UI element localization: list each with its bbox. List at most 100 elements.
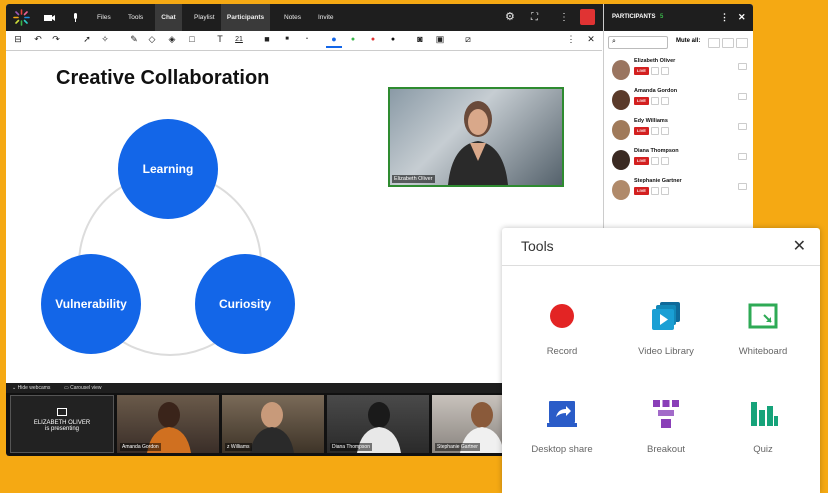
mute-all-mic-button[interactable] [736,38,748,48]
participant-row[interactable]: Amanda Gordon LIVE [604,87,753,115]
leave-button[interactable] [580,9,595,25]
participants-title: PARTICIPANTS [612,14,656,20]
presenter-screen-icon [57,408,67,416]
panel-more-icon[interactable]: ⋮ [720,4,729,31]
avatar [612,180,630,200]
screen-icon[interactable] [738,123,747,130]
camera-icon[interactable] [43,11,56,24]
screen-icon[interactable] [738,153,747,160]
tool-label: Breakout [646,444,686,455]
mic-toggle[interactable] [661,187,669,195]
logo-icon [13,9,30,26]
live-badge: LIVE [634,187,649,195]
video-toggle[interactable] [651,157,659,165]
participants-count: 5 [660,14,664,20]
color-black[interactable]: ● [388,36,398,50]
participant-row[interactable]: Stephanie Gartner LIVE [604,177,753,205]
mute-all-screen-button[interactable] [708,38,720,48]
more-icon[interactable]: ⋮ [559,4,569,31]
camera-snapshot-icon[interactable]: ◙ [414,34,426,48]
participant-name: Amanda Gordon [634,88,678,94]
whiteboard-toolbar: ⊟ ↶ ↷ ➚ ✧ ✎ ◇ ◈ □ T 21 ■ ■ • ● ● ● ● ◙ ▣… [6,31,602,51]
tool-quiz[interactable]: Quiz [713,398,813,478]
live-badge: LIVE [634,97,649,105]
text-icon[interactable]: T [214,34,226,48]
fullscreen-icon[interactable]: ⛶ [531,4,538,31]
pen-icon[interactable]: ✎ [128,34,140,48]
participant-row[interactable]: Elizabeth Oliver LIVE [604,57,753,85]
shape-icon[interactable]: □ [186,34,198,48]
toolbar-close-icon[interactable]: ✕ [586,34,596,48]
panel-toggle-icon[interactable]: ⊟ [12,34,24,48]
hide-webcams-button[interactable]: ⌄ Hide webcams [12,383,50,393]
mic-toggle[interactable] [661,67,669,75]
floating-webcam[interactable]: Elizabeth Oliver [388,87,564,187]
tool-record[interactable]: Record [512,300,612,380]
magic-select-icon[interactable]: ✧ [99,34,111,48]
presenter-status: is presenting [44,426,80,432]
tab-playlist[interactable]: Playlist [194,4,215,31]
tool-label: Quiz [753,444,773,455]
presenter-tile: ELIZABETH OLIVER is presenting [10,395,114,453]
whiteboard-icon [748,303,778,329]
tools-close-icon[interactable]: ✕ [793,236,806,256]
tab-notes[interactable]: Notes [284,4,301,31]
background-icon[interactable]: ⧄ [462,34,474,48]
webcam-tile[interactable]: z Williams [222,395,324,453]
webcam-tile[interactable]: Diana Thompson [327,395,429,453]
screen-icon[interactable] [738,183,747,190]
mic-toggle[interactable] [661,127,669,135]
tool-breakout[interactable]: Breakout [616,398,716,478]
avatar [612,60,630,80]
video-toggle[interactable] [651,127,659,135]
stroke-medium-icon[interactable]: ■ [282,36,292,50]
tools-dialog: Tools ✕ Record Video Library Whiteboard … [502,228,820,493]
mic-toggle[interactable] [661,157,669,165]
eraser-icon[interactable]: ◇ [146,34,158,48]
undo-icon[interactable]: ↶ [32,34,44,48]
color-blue[interactable]: ● [326,34,342,48]
mic-toggle[interactable] [661,97,669,105]
participant-row[interactable]: Edy Williams LIVE [604,117,753,145]
webcam-tile[interactable]: Amanda Gordon [117,395,219,453]
tool-desktop-share[interactable]: Desktop share [512,398,612,478]
color-green[interactable]: ● [348,36,358,50]
mute-all-video-button[interactable] [722,38,734,48]
font-size-select[interactable]: 21 [232,36,246,50]
panel-close-icon[interactable]: ✕ [738,4,746,31]
video-toggle[interactable] [651,97,659,105]
color-red[interactable]: ● [368,36,378,50]
tools-header: Tools ✕ [502,228,820,266]
tab-tools[interactable]: Tools [128,4,143,31]
image-icon[interactable]: ▣ [434,34,446,48]
microphone-icon[interactable] [69,11,82,24]
toolbar-more-icon[interactable]: ⋮ [566,34,576,48]
redo-icon[interactable]: ↷ [50,34,62,48]
live-badge: LIVE [634,127,649,135]
participant-search-input[interactable]: ⌕ [608,36,668,49]
participant-name: Edy Williams [634,118,668,124]
tab-chat[interactable]: Chat [155,4,182,31]
record-icon [550,304,574,328]
pointer-icon[interactable]: ➚ [81,34,93,48]
gear-icon[interactable]: ⚙ [505,4,515,31]
circle-vulnerability: Vulnerability [41,254,141,354]
video-toggle[interactable] [651,187,659,195]
desktop-share-icon [547,401,577,427]
fill-icon[interactable]: ◈ [166,34,178,48]
tab-invite[interactable]: Invite [318,4,334,31]
tab-participants[interactable]: Participants [221,4,270,31]
webcam-tile-name: z Williams [225,443,252,451]
screen-icon[interactable] [738,63,747,70]
stroke-thin-icon[interactable]: • [302,36,312,50]
tab-files[interactable]: Files [97,4,111,31]
screen-icon[interactable] [738,93,747,100]
tool-whiteboard[interactable]: Whiteboard [713,300,813,380]
video-toggle[interactable] [651,67,659,75]
participant-row[interactable]: Diana Thompson LIVE [604,147,753,175]
stroke-thick-icon[interactable]: ■ [262,34,272,48]
webcam-tile-name: Diana Thompson [330,443,372,451]
carousel-view-button[interactable]: ▭ Carousel view [64,383,102,393]
person-silhouette [448,101,508,185]
tool-video-library[interactable]: Video Library [616,300,716,380]
